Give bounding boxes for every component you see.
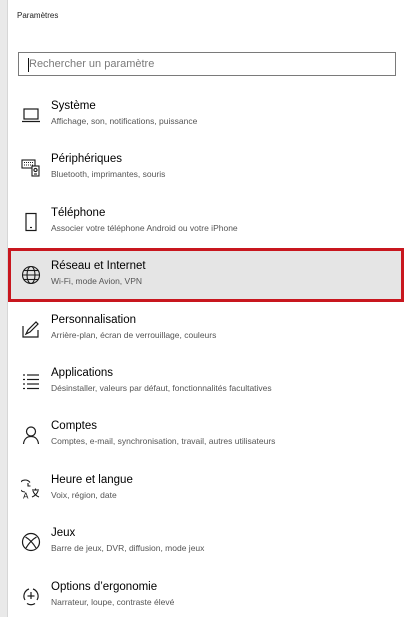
- category-comptes[interactable]: Comptes Comptes, e-mail, synchronisation…: [8, 408, 408, 461]
- settings-window: Paramètres Système Affichage, son, notif…: [0, 0, 408, 617]
- apps-list-icon: [21, 372, 41, 392]
- search-box[interactable]: [18, 52, 396, 76]
- devices-icon: [21, 158, 41, 178]
- category-systeme[interactable]: Système Affichage, son, notifications, p…: [8, 88, 408, 141]
- category-label: Périphériques: [51, 153, 122, 166]
- text-caret: [28, 58, 29, 72]
- category-applications[interactable]: Applications Désinstaller, valeurs par d…: [8, 355, 408, 408]
- time-language-icon: A: [21, 479, 41, 499]
- category-label: Jeux: [51, 527, 76, 540]
- phone-icon: [21, 212, 41, 232]
- category-telephone[interactable]: Téléphone Associer votre téléphone Andro…: [8, 195, 408, 248]
- category-description: Associer votre téléphone Android ou votr…: [51, 222, 238, 233]
- category-personnalisation[interactable]: Personnalisation Arrière-plan, écran de …: [8, 302, 408, 355]
- category-label: Personnalisation: [51, 313, 137, 326]
- category-heure-langue[interactable]: A Heure et langue Voix, région, date: [8, 462, 408, 515]
- category-options-ergonomie[interactable]: Options d’ergonomie Narrateur, loupe, co…: [8, 569, 408, 617]
- category-jeux[interactable]: Jeux Barre de jeux, DVR, diffusion, mode…: [8, 515, 408, 568]
- category-description: Voix, région, date: [51, 489, 117, 500]
- window-title: Paramètres: [17, 11, 59, 20]
- pen-tablet-icon: [21, 319, 41, 339]
- window-left-edge: [0, 0, 8, 617]
- person-icon: [21, 425, 41, 445]
- category-label: Système: [51, 100, 96, 112]
- laptop-icon: [21, 105, 41, 125]
- category-label: Téléphone: [51, 206, 106, 219]
- svg-text:A: A: [23, 491, 29, 499]
- category-description: Narrateur, loupe, contraste élevé: [51, 596, 175, 607]
- category-description: Barre de jeux, DVR, diffusion, mode jeux: [51, 543, 205, 554]
- category-description: Affichage, son, notifications, puissance: [51, 116, 198, 126]
- category-label: Options d’ergonomie: [51, 580, 158, 593]
- category-description: Désinstaller, valeurs par défaut, foncti…: [51, 382, 272, 393]
- category-description: Bluetooth, imprimantes, souris: [51, 169, 166, 180]
- search-input[interactable]: [19, 53, 395, 75]
- ease-of-access-icon: [21, 586, 41, 606]
- settings-category-list: Système Affichage, son, notifications, p…: [8, 88, 408, 617]
- globe-icon: [21, 265, 41, 285]
- category-label: Heure et langue: [51, 473, 133, 486]
- category-label: Réseau et Internet: [51, 260, 146, 273]
- category-description: Comptes, e-mail, synchronisation, travai…: [51, 436, 276, 447]
- category-description: Wi-Fi, mode Avion, VPN: [51, 276, 143, 287]
- category-label: Applications: [51, 366, 114, 379]
- category-peripheriques[interactable]: Périphériques Bluetooth, imprimantes, so…: [8, 141, 408, 194]
- category-description: Arrière-plan, écran de verrouillage, cou…: [51, 329, 217, 340]
- category-label: Comptes: [51, 420, 98, 433]
- xbox-icon: [21, 532, 41, 552]
- category-reseau-internet[interactable]: Réseau et Internet Wi-Fi, mode Avion, VP…: [8, 248, 404, 302]
